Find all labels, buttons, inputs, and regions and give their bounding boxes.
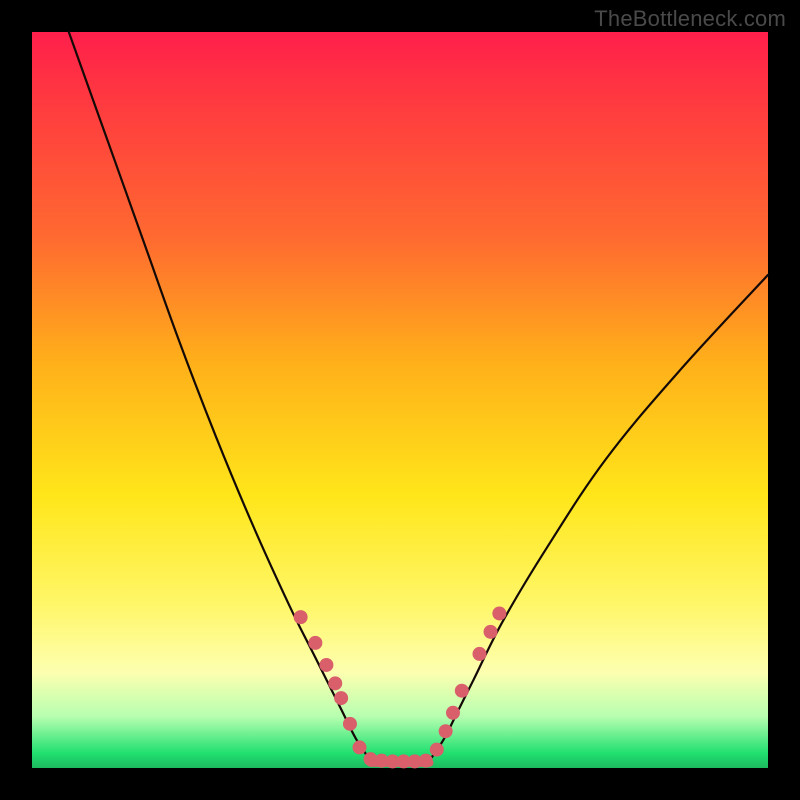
watermark-text: TheBottleneck.com bbox=[594, 6, 786, 32]
data-marker bbox=[328, 676, 342, 690]
data-marker bbox=[353, 740, 367, 754]
chart-container: TheBottleneck.com bbox=[0, 0, 800, 800]
data-marker bbox=[472, 647, 486, 661]
curve-left bbox=[69, 32, 371, 761]
data-marker bbox=[343, 717, 357, 731]
plot-area bbox=[32, 32, 768, 768]
curve-layer bbox=[32, 32, 768, 768]
marker-group bbox=[294, 606, 507, 768]
data-marker bbox=[334, 691, 348, 705]
data-marker bbox=[484, 625, 498, 639]
data-marker bbox=[492, 606, 506, 620]
data-marker bbox=[294, 610, 308, 624]
data-marker bbox=[319, 658, 333, 672]
curve-right bbox=[429, 275, 768, 761]
data-marker bbox=[455, 684, 469, 698]
data-marker bbox=[430, 743, 444, 757]
data-marker bbox=[308, 636, 322, 650]
data-marker bbox=[419, 754, 433, 768]
data-marker bbox=[439, 724, 453, 738]
data-marker bbox=[446, 706, 460, 720]
